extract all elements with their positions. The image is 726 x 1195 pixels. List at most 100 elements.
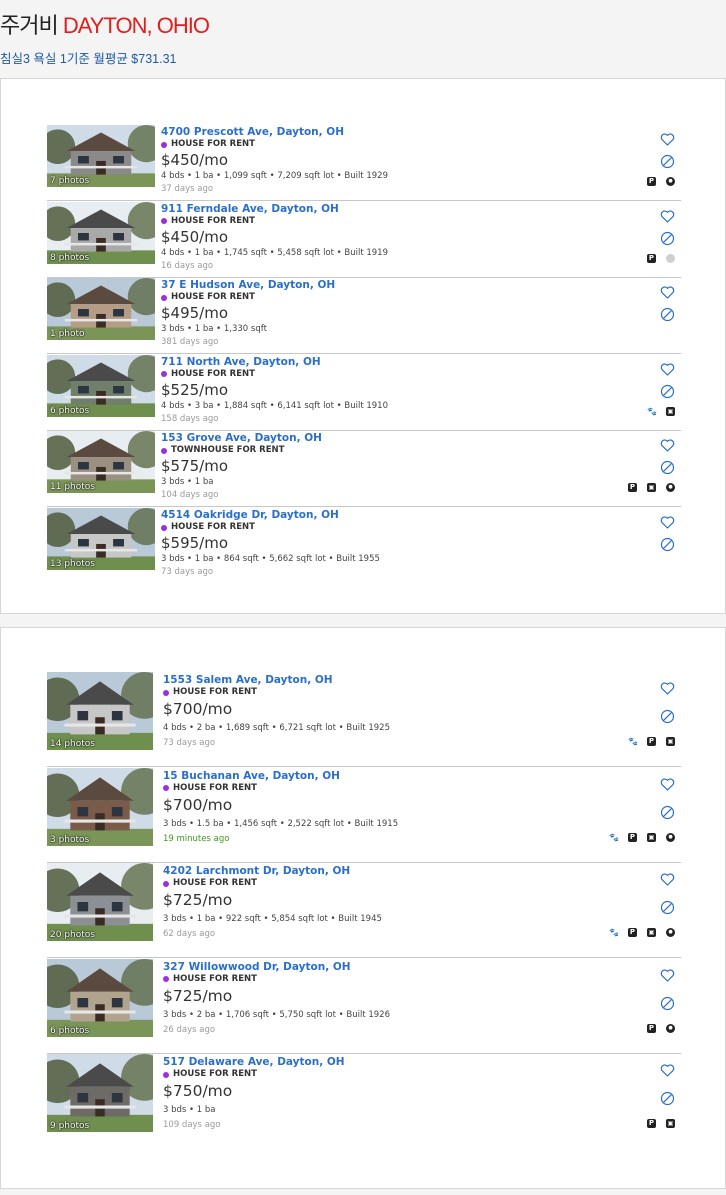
photo-count: 9 photos <box>50 1121 90 1132</box>
favorite-heart-icon[interactable] <box>660 285 675 300</box>
hide-listing-icon[interactable] <box>660 996 675 1011</box>
listing-item[interactable]: 9 photos 517 Delaware Ave, Dayton, OH HO… <box>47 1054 681 1149</box>
photo-count: 6 photos <box>50 1025 90 1036</box>
listing-item[interactable]: 20 photos 4202 Larchmont Dr, Dayton, OH … <box>47 863 681 959</box>
appliance-icon: ▣ <box>647 832 656 842</box>
hide-listing-icon[interactable] <box>660 154 675 169</box>
listing-address[interactable]: 4202 Larchmont Dr, Dayton, OH <box>163 864 382 878</box>
type-dot-icon <box>163 976 169 983</box>
listing-type: HOUSE FOR RENT <box>163 783 398 794</box>
listing-item[interactable]: 7 photos 4700 Prescott Ave, Dayton, OH H… <box>47 125 681 201</box>
parking-icon: P <box>628 928 637 938</box>
favorite-heart-icon[interactable] <box>660 362 675 377</box>
laundry-icon: ● <box>666 1023 675 1033</box>
favorite-heart-icon[interactable] <box>660 209 675 224</box>
page-subtitle: 침실3 욕실 1기준 월평균 $731.31 <box>0 52 177 66</box>
listing-price: $750/mo <box>163 1082 233 1101</box>
listing-photo[interactable]: 7 photos <box>47 125 155 187</box>
parking-icon: P <box>647 1023 656 1033</box>
type-dot-icon <box>161 447 167 454</box>
listing-item[interactable]: 13 photos 4514 Oakridge Dr, Dayton, OH H… <box>47 508 681 584</box>
photo-count: 14 photos <box>50 739 95 749</box>
amenity-icons: P ● <box>647 177 675 186</box>
listing-photo[interactable]: 1 photo <box>47 278 155 341</box>
hide-listing-icon[interactable] <box>660 537 675 552</box>
photo-count: 1 photo <box>50 329 85 340</box>
listing-item[interactable]: 8 photos 911 Ferndale Ave, Dayton, OH HO… <box>47 201 681 278</box>
listing-address[interactable]: 153 Grove Ave, Dayton, OH <box>161 431 322 445</box>
laundry-icon: ● <box>666 832 675 842</box>
listing-type: HOUSE FOR RENT <box>163 878 382 889</box>
hide-listing-icon[interactable] <box>660 460 675 475</box>
listing-photo[interactable]: 6 photos <box>47 958 153 1037</box>
listing-item[interactable]: 1 photo 37 E Hudson Ave, Dayton, OH HOUS… <box>47 278 681 355</box>
listing-type-label: HOUSE FOR RENT <box>173 782 257 793</box>
listing-details: 4 bds • 2 ba • 1,689 sqft • 6,721 sqft l… <box>163 723 390 733</box>
listing-address[interactable]: 517 Delaware Ave, Dayton, OH <box>163 1055 345 1069</box>
listing-address[interactable]: 1553 Salem Ave, Dayton, OH <box>163 673 390 687</box>
listing-details: 3 bds • 1 ba • 864 sqft • 5,662 sqft lot… <box>161 554 380 564</box>
page-title-prefix: 주거비 <box>0 13 63 38</box>
listing-address[interactable]: 37 E Hudson Ave, Dayton, OH <box>161 278 335 292</box>
listing-address[interactable]: 911 Ferndale Ave, Dayton, OH <box>161 202 388 216</box>
favorite-heart-icon[interactable] <box>660 515 675 530</box>
listing-price: $450/mo <box>161 227 229 246</box>
amenity-icons: P <box>647 253 675 263</box>
listing-address[interactable]: 15 Buchanan Ave, Dayton, OH <box>163 769 398 783</box>
listing-age: 26 days ago <box>163 1024 216 1035</box>
listing-photo[interactable]: 14 photos <box>47 672 153 750</box>
listing-address[interactable]: 4514 Oakridge Dr, Dayton, OH <box>161 508 380 522</box>
favorite-heart-icon[interactable] <box>660 777 675 792</box>
hide-listing-icon[interactable] <box>660 307 675 322</box>
listing-photo[interactable]: 20 photos <box>47 863 153 942</box>
listing-item[interactable]: 11 photos 153 Grove Ave, Dayton, OH TOWN… <box>47 431 681 508</box>
page-title-city: DAYTON, OHIO <box>62 13 210 38</box>
favorite-heart-icon[interactable] <box>660 968 675 983</box>
listing-type-label: HOUSE FOR RENT <box>173 878 257 889</box>
listing-address[interactable]: 327 Willowwood Dr, Dayton, OH <box>163 960 390 974</box>
parking-icon: P <box>628 483 637 493</box>
favorite-heart-icon[interactable] <box>660 1063 675 1078</box>
appliance-icon: ▣ <box>666 737 675 746</box>
listing-address[interactable]: 4700 Prescott Ave, Dayton, OH <box>161 125 388 139</box>
listing-details: 3 bds • 2 ba • 1,706 sqft • 5,750 sqft l… <box>163 1009 390 1020</box>
listing-photo[interactable]: 8 photos <box>47 201 155 264</box>
listing-price: $700/mo <box>163 795 233 814</box>
listing-photo[interactable]: 13 photos <box>47 508 155 570</box>
listing-type: HOUSE FOR RENT <box>163 1069 345 1080</box>
photo-count: 11 photos <box>50 482 95 493</box>
hide-listing-icon[interactable] <box>660 805 675 820</box>
favorite-heart-icon[interactable] <box>660 438 675 453</box>
favorite-heart-icon[interactable] <box>660 872 675 887</box>
pets-icon: 🐾 <box>628 737 638 746</box>
listing-item[interactable]: 14 photos 1553 Salem Ave, Dayton, OH HOU… <box>47 672 681 767</box>
amenity-icons: 🐾 ▣ <box>647 406 675 416</box>
listing-photo[interactable]: 9 photos <box>47 1054 153 1133</box>
listing-item[interactable]: 6 photos 711 North Ave, Dayton, OH HOUSE… <box>47 354 681 431</box>
listing-type: TOWNHOUSE FOR RENT <box>161 445 322 456</box>
favorite-heart-icon[interactable] <box>660 132 675 147</box>
hide-listing-icon[interactable] <box>660 231 675 246</box>
laundry-icon: ● <box>666 928 675 938</box>
listing-item[interactable]: 3 photos 15 Buchanan Ave, Dayton, OH HOU… <box>47 767 681 863</box>
listing-photo[interactable]: 6 photos <box>47 354 155 417</box>
listing-item[interactable]: 6 photos 327 Willowwood Dr, Dayton, OH H… <box>47 958 681 1054</box>
listing-details: 4 bds • 3 ba • 1,884 sqft • 6,141 sqft l… <box>161 400 388 411</box>
listing-details: 3 bds • 1 ba • 1,330 sqft <box>161 324 267 335</box>
listing-photo[interactable]: 11 photos <box>47 431 155 494</box>
listing-photo[interactable]: 3 photos <box>47 767 153 846</box>
listing-list: 14 photos 1553 Salem Ave, Dayton, OH HOU… <box>1 628 725 1188</box>
favorite-heart-icon[interactable] <box>660 681 675 696</box>
type-dot-icon <box>161 141 167 148</box>
listing-age: 73 days ago <box>163 738 216 748</box>
hide-listing-icon[interactable] <box>660 900 675 915</box>
listing-type-label: HOUSE FOR RENT <box>171 139 255 149</box>
listing-type-label: HOUSE FOR RENT <box>173 973 257 984</box>
hide-listing-icon[interactable] <box>660 384 675 399</box>
hide-listing-icon[interactable] <box>660 1091 675 1106</box>
hide-listing-icon[interactable] <box>660 709 675 724</box>
listing-details: 4 bds • 1 ba • 1,745 sqft • 5,458 sqft l… <box>161 247 388 258</box>
listing-address[interactable]: 711 North Ave, Dayton, OH <box>161 355 388 369</box>
photo-count: 8 photos <box>50 252 90 263</box>
listing-price: $495/mo <box>161 304 229 323</box>
